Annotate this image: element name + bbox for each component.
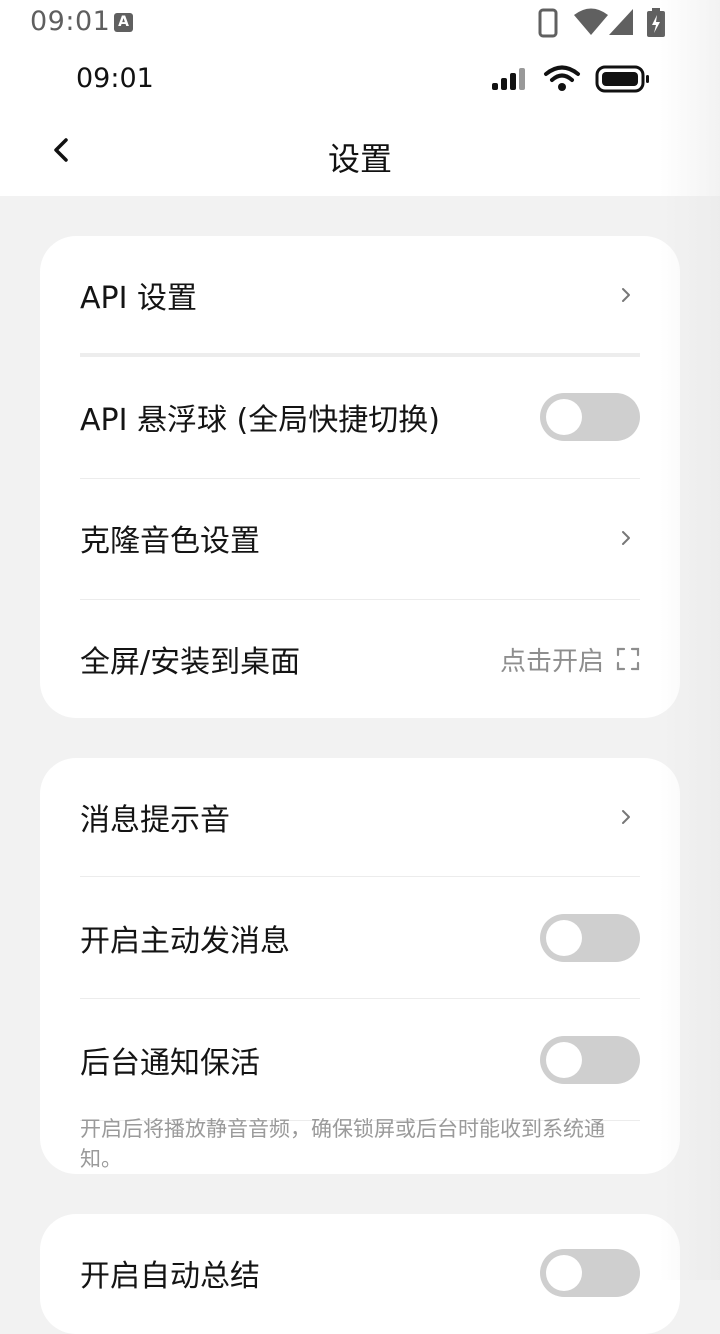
system-status-bar: 09:01 A: [0, 0, 720, 48]
active-message-toggle[interactable]: [540, 914, 640, 962]
settings-card-notifications: 消息提示音 开启主动发消息 后台通知保活 开启后将播放静音音频，确保锁屏或后台时…: [40, 758, 680, 1174]
voice-clone-label: 克隆音色设置: [80, 524, 260, 559]
message-sound-label: 消息提示音: [80, 803, 230, 838]
divider: [80, 353, 640, 357]
battery-charging-icon: [647, 8, 665, 37]
fullscreen-label: 全屏/安装到桌面: [80, 645, 301, 680]
api-settings-row[interactable]: API 设置: [80, 236, 640, 354]
page-title: 设置: [327, 140, 392, 178]
active-message-label: 开启主动发消息: [80, 924, 290, 959]
settings-card-general: API 设置 API 悬浮球 (全局快捷切换) 克隆音色设置 全屏/安装到桌面 …: [40, 236, 680, 718]
keyboard-notification-icon: A: [114, 13, 133, 32]
auto-summary-toggle[interactable]: [540, 1249, 640, 1297]
chevron-right-icon: [622, 531, 630, 545]
cell-signal-icon: [492, 68, 525, 90]
background-keepalive-row: 后台通知保活: [80, 1001, 640, 1119]
background-keepalive-label: 后台通知保活: [80, 1046, 260, 1081]
wifi-icon: [544, 65, 580, 91]
toggle-knob: [546, 1255, 582, 1291]
api-float-ball-toggle[interactable]: [540, 393, 640, 441]
auto-summary-row: 开启自动总结: [80, 1214, 640, 1332]
fullscreen-hint-text: 点击开启: [499, 646, 604, 677]
divider: [80, 998, 640, 999]
system-clock: 09:01: [30, 6, 111, 37]
signal-icon: [609, 9, 633, 35]
toggle-knob: [546, 920, 582, 956]
app-header: 09:01 设置: [0, 48, 720, 196]
background-keepalive-toggle[interactable]: [540, 1036, 640, 1084]
voice-clone-row[interactable]: 克隆音色设置: [80, 479, 640, 597]
battery-icon: [595, 65, 649, 93]
auto-summary-label: 开启自动总结: [80, 1259, 260, 1294]
api-float-ball-row: API 悬浮球 (全局快捷切换): [80, 358, 640, 476]
message-sound-row[interactable]: 消息提示音: [80, 758, 640, 876]
wifi-icon: [574, 8, 608, 35]
web-clock: 09:01: [76, 63, 154, 94]
toggle-knob: [546, 399, 582, 435]
api-settings-label: API 设置: [80, 281, 197, 316]
phone-icon: [538, 8, 558, 38]
fullscreen-hint: 点击开启: [500, 641, 640, 678]
fullscreen-icon: [616, 647, 640, 671]
toggle-knob: [546, 1042, 582, 1078]
fullscreen-row[interactable]: 全屏/安装到桌面 点击开启: [80, 600, 640, 718]
active-message-row: 开启主动发消息: [80, 879, 640, 997]
chevron-right-icon: [622, 288, 630, 302]
divider: [80, 876, 640, 877]
settings-card-memory: 开启自动总结: [40, 1214, 680, 1334]
chevron-right-icon: [622, 810, 630, 824]
keepalive-note: 开启后将播放静音音频，确保锁屏或后台时能收到系统通知。: [80, 1117, 605, 1171]
api-float-ball-label: API 悬浮球 (全局快捷切换): [80, 403, 440, 438]
